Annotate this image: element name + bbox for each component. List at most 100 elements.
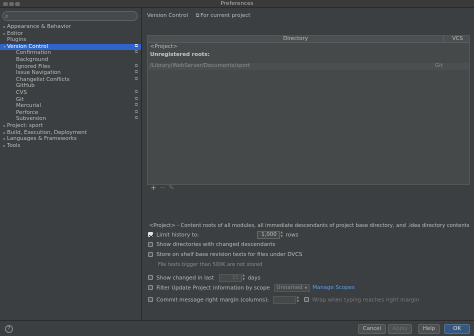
project-level-icon: ⧉ xyxy=(134,50,138,56)
vcs-mappings-table[interactable]: Directory VCS <Project> Unregistered roo… xyxy=(147,35,470,185)
sidebar-item-ignored-files[interactable]: Ignored Files ⧉ xyxy=(0,64,141,71)
commit-margin-label: Commit message right margin (columns): xyxy=(156,297,269,304)
show-changed-stepper[interactable]: ▲ ▼ xyxy=(242,273,246,282)
root-vcs: Git xyxy=(435,63,443,69)
scope-indicator: ⧉For current project xyxy=(196,13,251,19)
sidebar-item-build-execution-deployment[interactable]: ▸ Build, Execution, Deployment xyxy=(0,130,141,137)
edit-mapping-button[interactable]: ✎ xyxy=(167,184,176,192)
sidebar-item-perforce[interactable]: Perforce ⧉ xyxy=(0,110,141,117)
ok-button[interactable]: OK xyxy=(444,324,470,334)
help-button[interactable]: Help xyxy=(418,324,440,334)
sidebar-item-label: Editor xyxy=(7,30,23,37)
sidebar-item-label: Build, Execution, Deployment xyxy=(7,129,87,136)
sidebar-item-appearance-behavior[interactable]: ▸ Appearance & Behavior xyxy=(0,24,141,31)
column-header-directory[interactable]: Directory xyxy=(148,36,443,43)
sidebar-item-git[interactable]: Git ⧉ xyxy=(0,97,141,104)
settings-search-input[interactable]: ⌕ xyxy=(2,11,138,21)
sidebar-item-label: Tools xyxy=(7,142,21,149)
show-directories-setting: Show directories with changed descendant… xyxy=(148,241,275,250)
sidebar-item-label: Issue Navigation xyxy=(16,70,61,77)
column-header-vcs[interactable]: VCS xyxy=(443,36,471,43)
show-changed-setting: Show changed in last 31 ▲ ▼ days xyxy=(148,273,261,283)
limit-history-checkbox[interactable] xyxy=(148,231,154,238)
store-shelf-checkbox[interactable] xyxy=(148,251,154,257)
unregistered-roots-header: Unregistered roots: xyxy=(148,52,469,59)
sidebar-item-label: Confirmation xyxy=(16,50,51,57)
sidebar-item-confirmation[interactable]: Confirmation ⧉ xyxy=(0,50,141,57)
project-level-icon: ⧉ xyxy=(134,103,138,109)
show-changed-label: Show changed in last xyxy=(156,275,214,282)
wrap-margin-checkbox[interactable] xyxy=(303,296,310,303)
dialog-footer: ? Cancel Apply Help OK xyxy=(0,320,474,336)
sidebar-item-plugins[interactable]: Plugins xyxy=(0,37,141,44)
show-changed-unit: days xyxy=(247,275,261,282)
sidebar-item-label: Subversion xyxy=(16,116,47,123)
sidebar-item-mercurial[interactable]: Mercurial ⧉ xyxy=(0,103,141,110)
store-shelf-setting: Store on shelf base revision texts for f… xyxy=(148,251,302,260)
limit-history-input[interactable]: 1,000 xyxy=(256,231,280,239)
sidebar-item-editor[interactable]: ▸ Editor xyxy=(0,31,141,38)
sidebar-item-label: GitHub xyxy=(16,83,35,90)
unregistered-roots-label: Unregistered roots: xyxy=(150,52,210,58)
limit-history-setting: Limit history to: 1,000 ▲ ▼ rows xyxy=(148,230,299,240)
sidebar-item-cvs[interactable]: CVS ⧉ xyxy=(0,90,141,97)
root-path: /Library/WebServer/Documents/sport xyxy=(150,63,251,69)
show-directories-checkbox[interactable] xyxy=(148,241,154,247)
sidebar-item-subversion[interactable]: Subversion ⧉ xyxy=(0,116,141,123)
title-bar: Preferences xyxy=(0,0,474,8)
sidebar-item-label: Project: sport xyxy=(7,122,43,129)
store-shelf-label: Store on shelf base revision texts for f… xyxy=(156,252,303,258)
sidebar-item-background[interactable]: Background xyxy=(0,57,141,64)
apply-button[interactable]: Apply xyxy=(388,324,412,334)
add-mapping-button[interactable]: + xyxy=(149,184,158,192)
sidebar-item-issue-navigation[interactable]: Issue Navigation ⧉ xyxy=(0,70,141,77)
project-level-icon: ⧉ xyxy=(134,96,138,102)
store-shelf-hint: File texts bigger than 500K are not stor… xyxy=(158,262,263,268)
sidebar-item-label: CVS xyxy=(16,89,27,96)
commit-margin-checkbox[interactable] xyxy=(148,296,154,303)
help-icon[interactable]: ? xyxy=(5,325,13,333)
window-title: Preferences xyxy=(220,1,254,7)
commit-margin-setting: Commit message right margin (columns): ▲… xyxy=(148,295,420,305)
main-panel: Version Control ⧉For current project Dir… xyxy=(143,8,474,320)
sidebar-item-project-sport[interactable]: ▸ Project: sport xyxy=(0,123,141,130)
chevron-down-icon: ▼ xyxy=(304,286,308,290)
table-row[interactable]: /Library/WebServer/Documents/sport Git xyxy=(148,63,469,70)
cancel-button[interactable]: Cancel xyxy=(358,324,386,334)
sidebar-item-label: Languages & Frameworks xyxy=(7,136,77,143)
page-title: Version Control xyxy=(147,13,189,19)
wrap-margin-label: Wrap when typing reaches right margin xyxy=(312,297,420,304)
scope-label: For current project xyxy=(200,13,251,19)
sidebar-item-tools[interactable]: ▸ Tools xyxy=(0,143,141,150)
sidebar-item-github[interactable]: GitHub xyxy=(0,83,141,90)
sidebar-item-label: Perforce xyxy=(16,109,39,116)
filter-scope-checkbox[interactable] xyxy=(148,284,154,291)
manage-scopes-link[interactable]: Manage Scopes xyxy=(312,285,354,291)
project-scope-icon: ⧉ xyxy=(195,13,200,19)
show-changed-input[interactable]: 31 xyxy=(218,274,242,282)
remove-mapping-button[interactable]: − xyxy=(158,184,167,192)
scope-select-value: Unnamed xyxy=(276,285,303,291)
project-level-icon: ⧉ xyxy=(134,63,138,69)
show-changed-checkbox[interactable] xyxy=(148,274,154,281)
project-description: <Project> - Content roots of all modules… xyxy=(149,223,470,229)
scope-select[interactable]: Unnamed ▼ xyxy=(273,284,311,292)
search-icon: ⌕ xyxy=(5,13,9,20)
project-level-icon: ⧉ xyxy=(134,89,138,95)
sidebar-item-label: Changelist Conflicts xyxy=(16,76,70,83)
sidebar-item-label: Appearance & Behavior xyxy=(7,24,71,30)
limit-history-stepper[interactable]: ▲ ▼ xyxy=(280,230,284,239)
commit-margin-input[interactable] xyxy=(272,296,296,304)
project-level-icon: ⧉ xyxy=(134,109,138,115)
sidebar-item-changelist-conflicts[interactable]: Changelist Conflicts ⧉ xyxy=(0,77,141,84)
sidebar-item-label: Mercurial xyxy=(16,103,41,110)
limit-history-label: Limit history to: xyxy=(156,232,199,239)
filter-scope-setting: Filter Update Project information by sco… xyxy=(148,284,355,293)
commit-margin-stepper[interactable]: ▲ ▼ xyxy=(296,295,300,304)
breadcrumb: Version Control ⧉For current project xyxy=(147,13,250,19)
table-row[interactable]: <Project> xyxy=(148,44,469,51)
sidebar-item-label: Plugins xyxy=(7,37,27,44)
limit-history-unit: rows xyxy=(285,232,299,239)
sidebar-item-languages-frameworks[interactable]: ▸ Languages & Frameworks xyxy=(0,136,141,143)
sidebar-item-version-control[interactable]: ▾ Version Control ⧉ xyxy=(0,43,141,51)
